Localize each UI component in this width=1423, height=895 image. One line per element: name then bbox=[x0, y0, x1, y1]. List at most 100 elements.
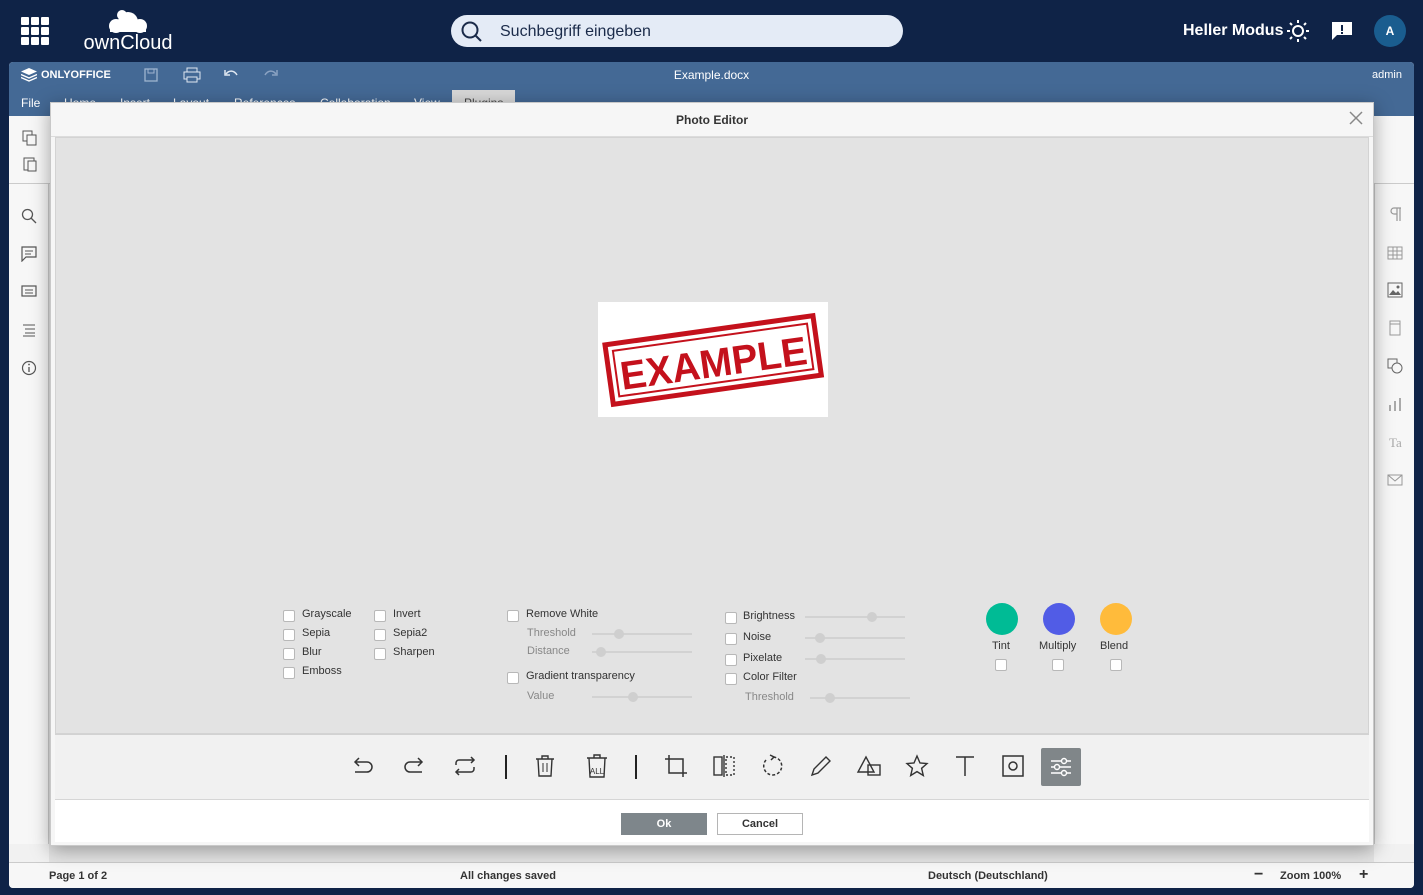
paste-icon[interactable] bbox=[22, 156, 38, 172]
reset-tool[interactable] bbox=[448, 749, 482, 783]
tab-file[interactable]: File bbox=[21, 96, 40, 110]
status-bar: Page 1 of 2 All changes saved Deutsch (D… bbox=[9, 862, 1414, 888]
zoom-out-icon[interactable]: − bbox=[1254, 866, 1263, 884]
blur-label: Blur bbox=[302, 646, 322, 658]
app-grid-icon[interactable] bbox=[21, 17, 49, 45]
find-icon[interactable] bbox=[21, 208, 37, 224]
zoom-label[interactable]: Zoom 100% bbox=[1280, 870, 1341, 882]
tint-color-swatch[interactable] bbox=[986, 603, 1018, 635]
multiply-color-swatch[interactable] bbox=[1043, 603, 1075, 635]
tint-checkbox[interactable] bbox=[995, 659, 1007, 671]
sepia-checkbox[interactable] bbox=[283, 629, 295, 641]
header-footer-icon[interactable] bbox=[1389, 320, 1401, 336]
comments-icon[interactable] bbox=[21, 246, 37, 262]
draw-tool[interactable] bbox=[804, 749, 838, 783]
theme-mode-label[interactable]: Heller Modus bbox=[1183, 22, 1283, 40]
blend-label: Blend bbox=[1100, 640, 1129, 652]
image-icon[interactable] bbox=[1387, 282, 1403, 298]
save-status: All changes saved bbox=[460, 870, 556, 882]
remove-white-checkbox[interactable] bbox=[507, 610, 519, 622]
trash-icon bbox=[536, 755, 554, 777]
shape-tool[interactable] bbox=[852, 749, 886, 783]
filter-panel: Grayscale Sepia Blur Emboss Invert Sepia… bbox=[56, 138, 1370, 735]
gradient-transparency-label: Gradient transparency bbox=[526, 670, 635, 682]
pixelate-label: Pixelate bbox=[743, 652, 783, 664]
blend-checkbox[interactable] bbox=[1110, 659, 1122, 671]
multiply-label: Multiply bbox=[1039, 640, 1077, 652]
threshold-slider[interactable] bbox=[592, 629, 692, 639]
pixelate-checkbox[interactable] bbox=[725, 654, 737, 666]
star-icon bbox=[905, 754, 929, 777]
invert-checkbox[interactable] bbox=[374, 610, 386, 622]
shape-icon[interactable] bbox=[1387, 358, 1403, 374]
remove-white-label: Remove White bbox=[526, 608, 599, 620]
delete-all-tool[interactable]: ALL bbox=[580, 749, 614, 783]
triangle-shape-icon bbox=[856, 755, 881, 776]
cancel-button[interactable]: Cancel bbox=[717, 813, 803, 835]
brightness-slider[interactable] bbox=[805, 612, 905, 622]
text-tool[interactable] bbox=[948, 749, 982, 783]
color-threshold-slider[interactable] bbox=[810, 693, 910, 703]
user-name[interactable]: admin bbox=[1372, 69, 1402, 81]
ok-button[interactable]: Ok bbox=[621, 813, 707, 835]
close-icon[interactable] bbox=[1349, 111, 1363, 125]
blur-checkbox[interactable] bbox=[283, 648, 295, 660]
undo-tool[interactable] bbox=[346, 749, 380, 783]
document-title: Example.docx bbox=[673, 68, 750, 82]
distance-slider[interactable] bbox=[592, 647, 692, 657]
language-select[interactable]: Deutsch (Deutschland) bbox=[928, 870, 1048, 882]
search-bar[interactable]: Suchbegriff eingeben bbox=[451, 15, 903, 47]
left-sidebar bbox=[9, 184, 49, 844]
copy-icon[interactable] bbox=[22, 130, 38, 146]
info-icon[interactable] bbox=[21, 360, 37, 376]
flip-tool[interactable] bbox=[707, 749, 741, 783]
chart-icon[interactable] bbox=[1387, 396, 1403, 412]
paragraph-icon[interactable] bbox=[1388, 206, 1402, 222]
pixelate-slider[interactable] bbox=[805, 654, 905, 664]
noise-slider[interactable] bbox=[805, 633, 905, 643]
emboss-checkbox[interactable] bbox=[283, 667, 295, 679]
text-art-icon[interactable]: Ta bbox=[1387, 434, 1403, 452]
color-filter-checkbox[interactable] bbox=[725, 673, 737, 685]
sepia2-checkbox[interactable] bbox=[374, 629, 386, 641]
sharpen-checkbox[interactable] bbox=[374, 648, 386, 660]
svg-text:ownCloud: ownCloud bbox=[84, 32, 173, 54]
mask-tool[interactable] bbox=[996, 749, 1030, 783]
pencil-icon bbox=[810, 756, 831, 777]
crop-icon bbox=[665, 755, 687, 777]
search-input[interactable]: Suchbegriff eingeben bbox=[500, 23, 651, 41]
zoom-in-icon[interactable]: + bbox=[1359, 866, 1368, 884]
value-slider[interactable] bbox=[592, 692, 692, 702]
multiply-checkbox[interactable] bbox=[1052, 659, 1064, 671]
redo-tool[interactable] bbox=[397, 749, 431, 783]
noise-checkbox[interactable] bbox=[725, 633, 737, 645]
table-icon[interactable] bbox=[1387, 246, 1403, 260]
gradient-transparency-checkbox[interactable] bbox=[507, 672, 519, 684]
owncloud-logo: ownCloud bbox=[84, 10, 173, 54]
chat-icon[interactable] bbox=[21, 284, 37, 300]
avatar[interactable]: A bbox=[1374, 15, 1406, 47]
undo-arrow-icon bbox=[353, 757, 373, 773]
flip-icon bbox=[713, 755, 735, 777]
blend-color-swatch[interactable] bbox=[1100, 603, 1132, 635]
filter-tool[interactable] bbox=[1041, 748, 1081, 786]
sharpen-label: Sharpen bbox=[393, 646, 435, 658]
photo-editor-dialog: Photo Editor EXAMPLE Grayscale Sepia Blu… bbox=[50, 102, 1374, 846]
dialog-title: Photo Editor bbox=[51, 103, 1373, 137]
brightness-checkbox[interactable] bbox=[725, 612, 737, 624]
image-canvas[interactable]: EXAMPLE Grayscale Sepia Blur Emboss Inve… bbox=[55, 137, 1369, 734]
page-indicator[interactable]: Page 1 of 2 bbox=[49, 870, 107, 882]
mask-icon bbox=[1002, 755, 1024, 777]
sepia2-label: Sepia2 bbox=[393, 627, 428, 639]
delete-tool[interactable] bbox=[528, 749, 562, 783]
emboss-label: Emboss bbox=[302, 665, 342, 677]
icon-tool[interactable] bbox=[900, 749, 934, 783]
feedback-icon[interactable] bbox=[1331, 21, 1353, 41]
navigation-icon[interactable] bbox=[21, 322, 37, 338]
sun-icon[interactable] bbox=[1287, 20, 1309, 42]
grayscale-checkbox[interactable] bbox=[283, 610, 295, 622]
tint-label: Tint bbox=[992, 640, 1010, 652]
rotate-tool[interactable] bbox=[756, 749, 790, 783]
crop-tool[interactable] bbox=[659, 749, 693, 783]
mail-merge-icon[interactable] bbox=[1387, 474, 1403, 486]
